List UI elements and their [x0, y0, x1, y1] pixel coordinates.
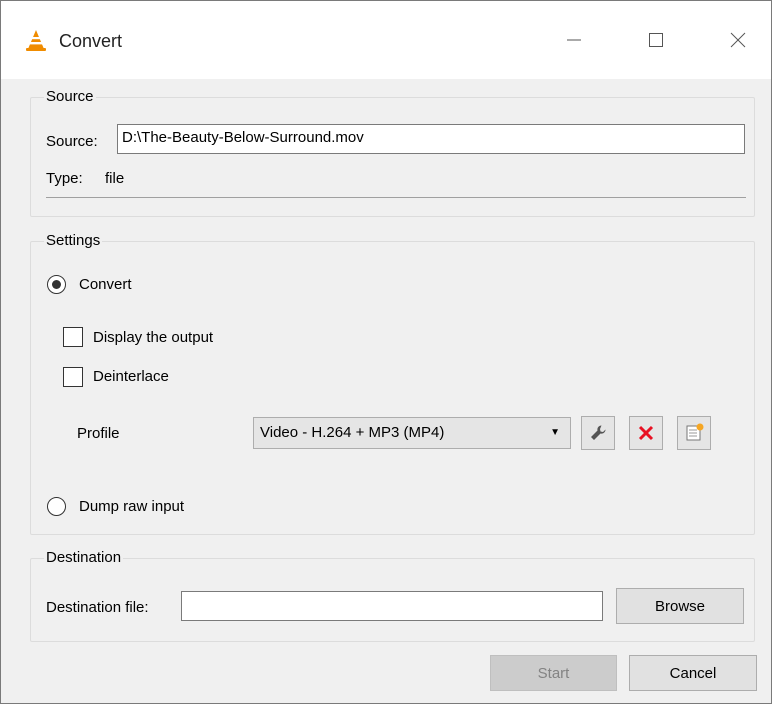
deinterlace-checkbox[interactable] — [63, 367, 83, 387]
delete-icon — [638, 425, 654, 441]
delete-profile-button[interactable] — [629, 416, 663, 450]
source-label: Source: — [46, 133, 98, 150]
convert-dialog: Convert Source Source: D:\The-Beauty-Bel… — [0, 0, 772, 704]
destination-group: Destination Destination file: Browse — [30, 549, 755, 642]
new-profile-button[interactable] — [677, 416, 711, 450]
wrench-icon — [591, 425, 606, 440]
destination-file-label: Destination file: — [46, 599, 149, 616]
profile-label: Profile — [77, 425, 120, 442]
type-label: Type: — [46, 170, 83, 187]
minimize-button[interactable] — [556, 23, 592, 57]
dump-raw-radio[interactable] — [47, 497, 66, 516]
source-input[interactable]: D:\The-Beauty-Below-Surround.mov — [117, 124, 745, 154]
maximize-icon — [649, 33, 663, 47]
close-icon — [730, 32, 746, 48]
destination-legend: Destination — [44, 549, 124, 567]
maximize-button[interactable] — [638, 23, 674, 57]
profile-dropdown[interactable]: Video - H.264 + MP3 (MP4) ▼ — [253, 417, 571, 449]
radio-selected-dot — [52, 280, 61, 289]
convert-radio[interactable] — [47, 275, 66, 294]
title-bar: Convert — [1, 1, 771, 79]
source-legend: Source — [44, 88, 96, 106]
convert-radio-label[interactable]: Convert — [79, 276, 132, 294]
deinterlace-label[interactable]: Deinterlace — [93, 368, 169, 386]
browse-button[interactable]: Browse — [616, 588, 744, 624]
cancel-button[interactable]: Cancel — [629, 655, 757, 691]
dump-raw-label[interactable]: Dump raw input — [79, 498, 184, 516]
vlc-cone-icon — [25, 29, 47, 51]
source-separator — [46, 197, 746, 198]
profile-dropdown-value: Video - H.264 + MP3 (MP4) — [260, 424, 445, 441]
dropdown-arrow-icon: ▼ — [550, 427, 560, 438]
display-output-checkbox[interactable] — [63, 327, 83, 347]
settings-legend: Settings — [44, 232, 103, 250]
destination-file-input[interactable] — [181, 591, 603, 621]
display-output-label[interactable]: Display the output — [93, 329, 213, 347]
type-value: file — [105, 170, 125, 187]
edit-profile-button[interactable] — [581, 416, 615, 450]
start-button[interactable]: Start — [490, 655, 617, 691]
new-profile-icon — [686, 423, 704, 441]
window-title: Convert — [59, 31, 123, 51]
close-button[interactable] — [720, 23, 756, 57]
settings-group: Settings Convert Display the output Dein… — [30, 232, 755, 535]
minimize-icon — [567, 39, 581, 41]
source-group: Source Source: D:\The-Beauty-Below-Surro… — [30, 88, 755, 217]
